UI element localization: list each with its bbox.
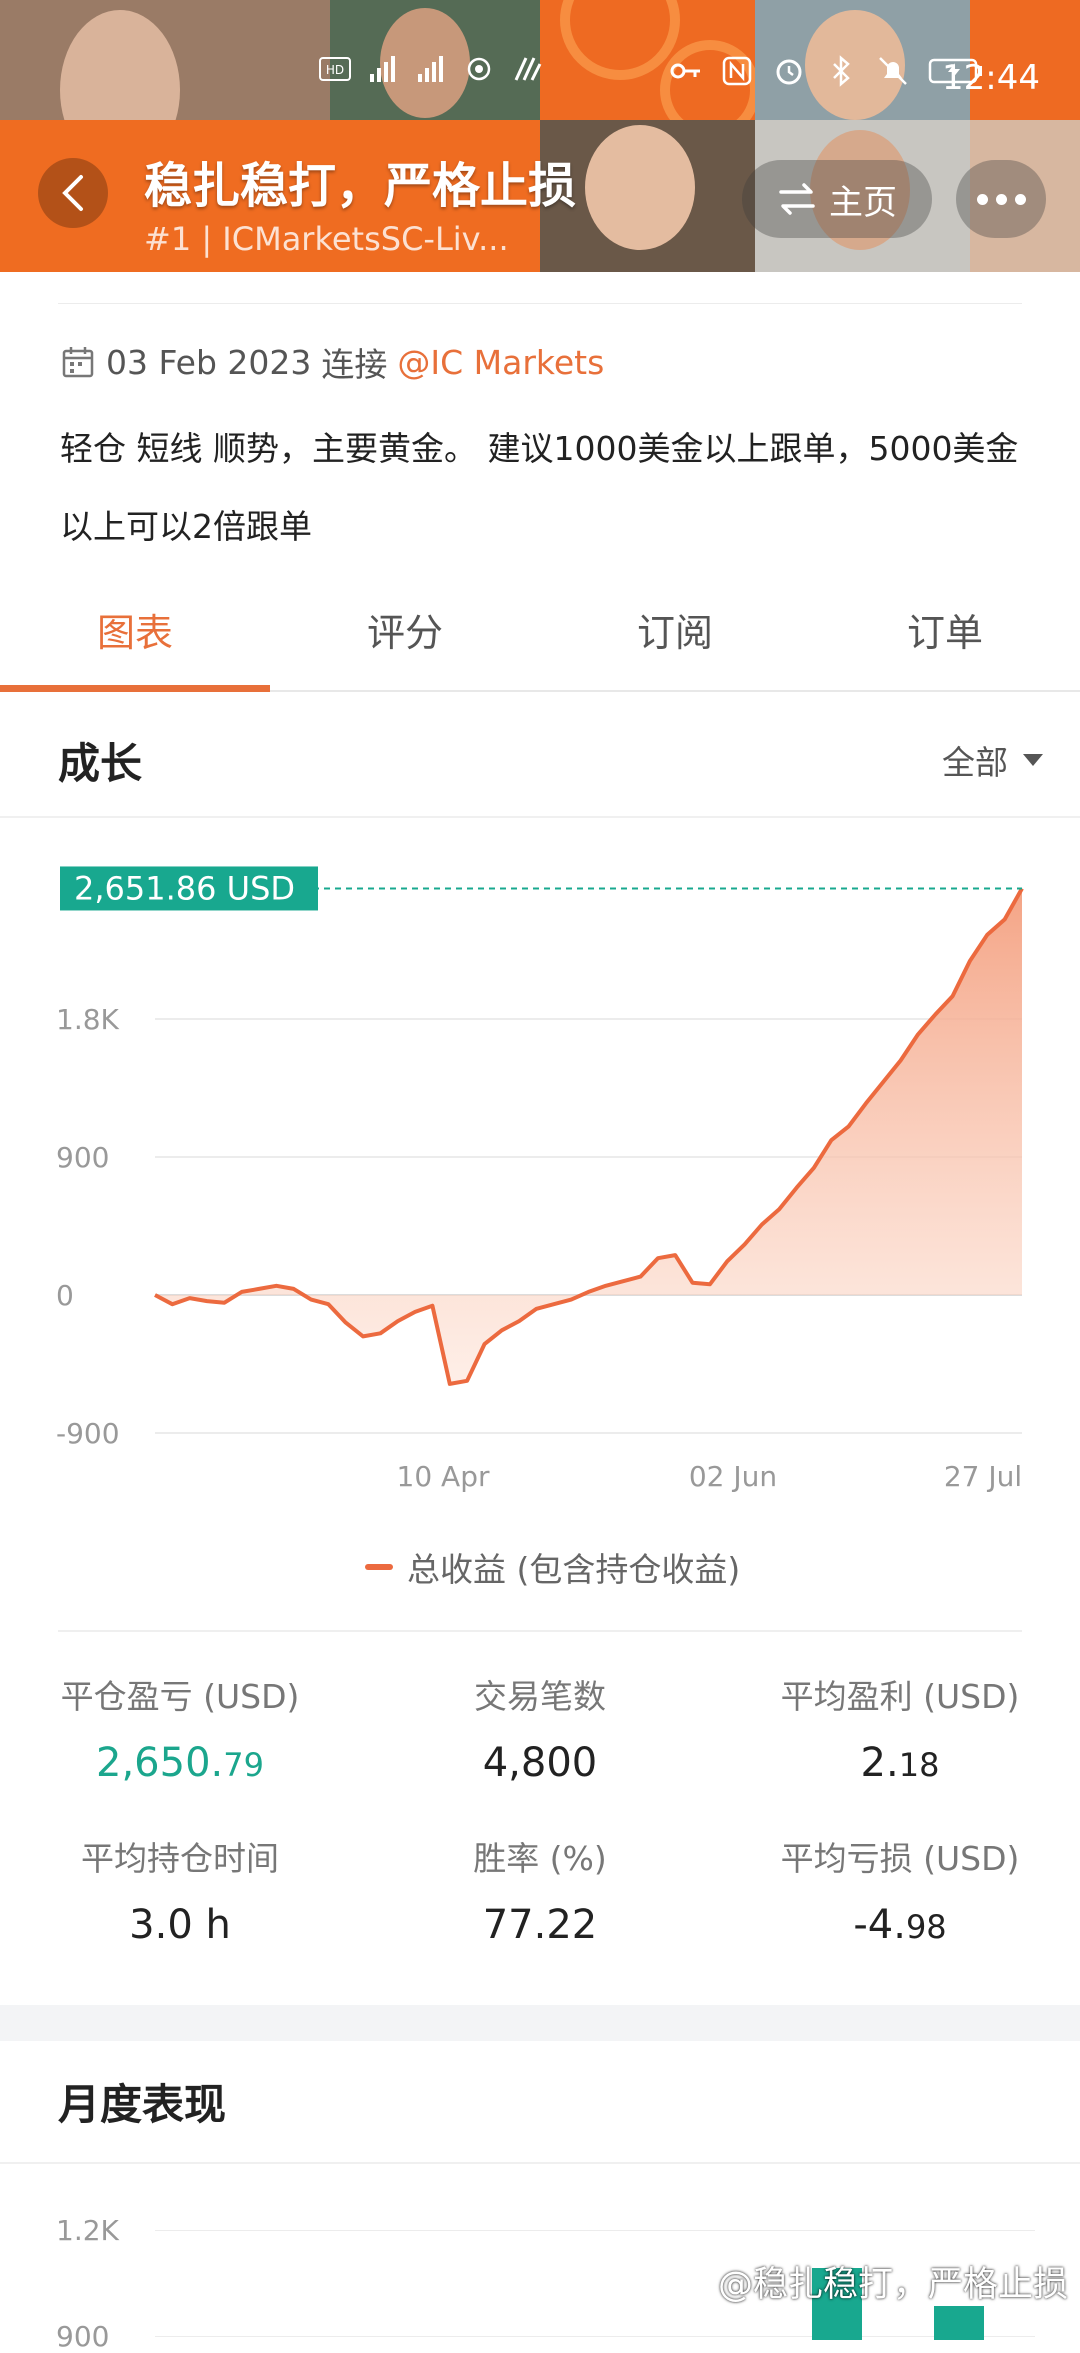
stat-label: 平均持仓时间 [81, 1839, 279, 1878]
stat-closed-pnl: 平仓盈亏 (USD) 2,650.79 [0, 1670, 360, 1786]
stat-label: 交易笔数 [474, 1677, 606, 1716]
calendar-icon [62, 347, 94, 378]
chart-y-tick: 900 [56, 1141, 109, 1174]
growth-title: 成长 [58, 739, 143, 788]
home-button[interactable]: 主页 [742, 160, 932, 238]
stat-label: 胜率 (%) [473, 1839, 607, 1878]
stat-value-main: 3.0 h [129, 1902, 231, 1948]
broker-link[interactable]: @IC Markets [397, 343, 604, 382]
tab-chart[interactable]: 图表 [0, 590, 270, 692]
strategy-description: 轻仓 短线 顺势，主要黄金。 建议1000美金以上跟单，5000美金以上可以2倍… [60, 429, 1019, 546]
filter-label: 全部 [942, 743, 1008, 782]
app-logo-icon [514, 57, 542, 81]
divider [58, 303, 1022, 304]
connect-info: 03 Feb 2023 连接 @IC Markets [60, 338, 604, 386]
svg-text:HD: HD [326, 63, 344, 77]
growth-chart: 1.8K 900 0 -900 10 Apr 02 Jun 27 Jul 2,651.86 … [56, 866, 1024, 1493]
chart-y-tick: -900 [56, 1417, 120, 1450]
legend-swatch [365, 1564, 393, 1570]
tab-rating[interactable]: 评分 [270, 590, 540, 690]
chart-legend: 总收益 (包含持仓收益) [365, 1543, 740, 1591]
status-time: 12:44 [942, 58, 1040, 98]
divider [58, 1630, 1022, 1632]
caret-down-icon [1023, 754, 1043, 766]
stat-value: 77.22 [360, 1902, 720, 1948]
home-button-label: 主页 [829, 182, 897, 223]
stat-value-frac: 98 [905, 1908, 947, 1946]
chevron-left-icon [62, 175, 83, 211]
swap-icon [779, 183, 815, 215]
more-dot [995, 193, 1007, 205]
alarm-icon [776, 59, 802, 85]
header-banner: HD 12:44 稳扎稳打，严格止损 #1 | ICMarketsSC-Liv.… [0, 0, 1080, 272]
stat-label: 平均亏损 (USD) [780, 1839, 1020, 1878]
stat-value: 3.0 h [0, 1902, 360, 1948]
page-title: 稳扎稳打，严格止损 [144, 158, 577, 214]
banner-face [585, 125, 695, 250]
stat-value: 2,650.79 [0, 1740, 360, 1786]
nfc-icon [722, 56, 752, 86]
stat-value: 4,800 [360, 1740, 720, 1786]
growth-area [155, 888, 1022, 1384]
status-left-icons: HD [318, 52, 544, 86]
chart-x-tick: 02 Jun [689, 1460, 777, 1493]
status-bar: HD 12:44 [0, 40, 1080, 120]
stat-value-main: 4,800 [482, 1740, 598, 1786]
back-button[interactable] [38, 158, 108, 228]
connect-date: 03 Feb 2023 [106, 342, 312, 382]
section-gap [0, 2005, 1080, 2041]
monthly-gridline [155, 2230, 1035, 2231]
stat-label: 平仓盈亏 (USD) [60, 1677, 300, 1716]
stat-win-rate: 胜率 (%) 77.22 [360, 1832, 720, 1948]
tab-subscribe[interactable]: 订阅 [540, 590, 810, 690]
chart-y-tick: 0 [56, 1279, 74, 1312]
monthly-y-tick: 900 [56, 2320, 110, 2353]
monthly-gridline [155, 2336, 1035, 2337]
stat-value-main: 2,650. [96, 1740, 224, 1786]
monthly-header: 月度表现 [0, 2041, 1080, 2165]
monthly-y-tick: 1.2K [56, 2214, 119, 2247]
legend-label: 总收益 (包含持仓收益) [407, 1550, 741, 1589]
page-subtitle: #1 | ICMarketsSC-Liv... [144, 220, 509, 258]
stat-value-frac: 18 [898, 1746, 940, 1784]
key-icon [670, 63, 700, 79]
status-right-icons [668, 54, 984, 88]
stat-avg-profit: 平均盈利 (USD) 2.18 [720, 1670, 1080, 1786]
stat-avg-loss: 平均亏损 (USD) -4.98 [720, 1832, 1080, 1948]
signal-5g-icon [418, 56, 443, 82]
monthly-title: 月度表现 [58, 2080, 227, 2129]
divider [0, 816, 1080, 818]
signal-4g-icon [370, 56, 395, 82]
stat-label: 平均盈利 (USD) [780, 1677, 1020, 1716]
monthly-bar [934, 2306, 984, 2340]
divider [0, 2162, 1080, 2164]
stat-value: 2.18 [720, 1740, 1080, 1786]
chart-x-tick: 27 Jul [944, 1460, 1022, 1493]
stat-trade-count: 交易笔数 4,800 [360, 1670, 720, 1786]
stat-avg-hold-time: 平均持仓时间 3.0 h [0, 1832, 360, 1948]
more-dot [1014, 193, 1026, 205]
hd-badge-icon: HD [319, 57, 351, 81]
growth-filter-dropdown[interactable]: 全部 [942, 736, 1044, 784]
stat-value: -4.98 [720, 1902, 1080, 1948]
watermark: @稳扎稳打，严格止损 [717, 2265, 1068, 2305]
tab-bar: 图表 评分 订阅 订单 [0, 590, 1080, 692]
chart-y-tick: 1.8K [56, 1003, 120, 1036]
hotspot-icon [467, 57, 491, 81]
growth-header: 成长 全部 [0, 692, 1080, 816]
chart-x-tick: 10 Apr [397, 1460, 490, 1493]
stat-value-main: 2. [860, 1740, 899, 1786]
more-dot [976, 193, 988, 205]
current-value-text: 2,651.86 USD [74, 869, 295, 907]
stat-value-main: -4. [853, 1902, 906, 1948]
tab-orders[interactable]: 订单 [810, 590, 1080, 690]
mute-icon [879, 57, 907, 85]
stat-value-frac: 79 [223, 1746, 264, 1784]
bluetooth-icon [833, 55, 850, 87]
more-button[interactable] [956, 160, 1046, 238]
stat-value-main: 77.22 [482, 1902, 598, 1948]
connect-text: 连接 [321, 345, 388, 384]
